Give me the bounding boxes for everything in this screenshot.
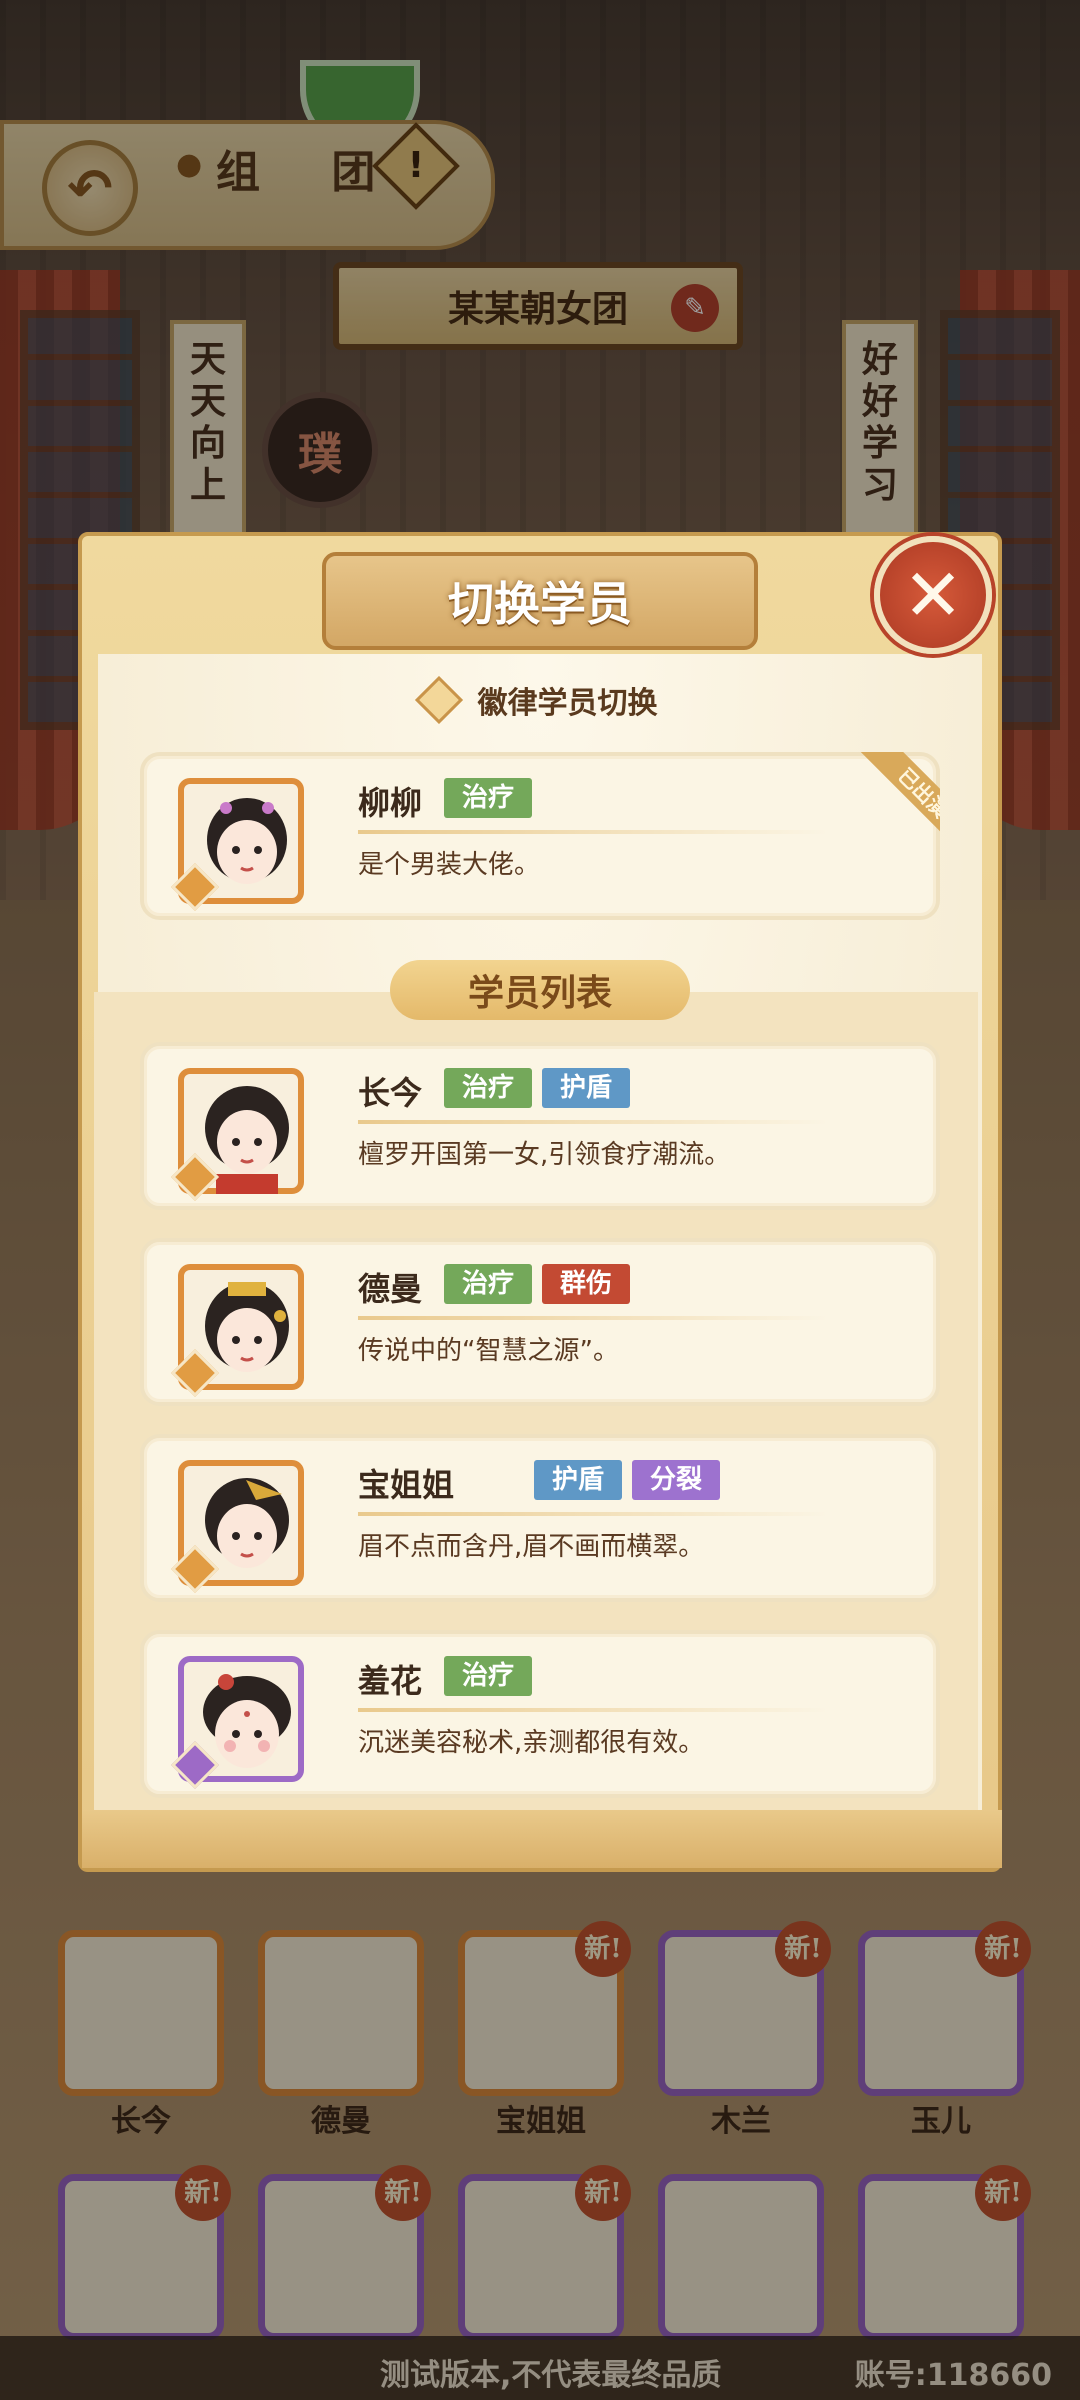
- status-badge: 已出演: [859, 752, 940, 848]
- close-icon: ✕: [902, 553, 964, 637]
- student-card-deman[interactable]: 德曼 治疗 群伤 传说中的“智慧之源”。: [140, 1238, 940, 1406]
- avatar: [170, 1656, 304, 1790]
- badge-icon: [415, 675, 464, 725]
- student-name: 德曼: [358, 1270, 423, 1308]
- student-desc: 传说中的“智慧之源”。: [358, 1336, 619, 1366]
- tag-list: 治疗: [444, 778, 533, 818]
- tag-shield: 护盾: [542, 1068, 631, 1108]
- student-name: 柳柳: [358, 784, 423, 822]
- avatar: [170, 1068, 304, 1202]
- student-card-changjin[interactable]: 长今 治疗 护盾 檀罗开国第一女,引领食疗潮流。: [140, 1042, 940, 1210]
- divider: [358, 1120, 828, 1124]
- tag-aoe: 群伤: [542, 1264, 631, 1304]
- current-section-header: 徽律学员切换: [78, 675, 1002, 725]
- student-card-xiuhua[interactable]: 羞花 治疗 沉迷美容秘术,亲测都很有效。: [140, 1630, 940, 1798]
- status-ribbon: 已出演: [844, 752, 940, 848]
- modal-title: 切换学员: [448, 577, 632, 631]
- modal-bottom-band: [82, 1810, 1002, 1868]
- section-label: 徽律学员切换: [477, 686, 658, 721]
- avatar: [170, 1264, 304, 1398]
- list-title: 学员列表: [467, 972, 612, 1014]
- close-button[interactable]: ✕: [874, 536, 992, 654]
- divider: [358, 1316, 828, 1320]
- tag-heal: 治疗: [444, 778, 533, 818]
- student-name: 宝姐姐: [358, 1466, 455, 1504]
- divider: [358, 1708, 828, 1712]
- tag-heal: 治疗: [444, 1068, 533, 1108]
- tag-shield: 护盾: [534, 1460, 623, 1500]
- student-desc: 檀罗开国第一女,引领食疗潮流。: [358, 1140, 731, 1170]
- avatar: [170, 1460, 304, 1594]
- student-name: 长今: [358, 1074, 423, 1112]
- student-desc: 沉迷美容秘术,亲测都很有效。: [358, 1728, 705, 1758]
- list-title-plaque: 学员列表: [390, 960, 690, 1020]
- modal-title-plaque: 切换学员: [322, 552, 758, 650]
- student-desc: 眉不点而含丹,眉不画而横翠。: [358, 1532, 705, 1562]
- switch-student-modal: 切换学员 ✕ 徽律学员切换 柳柳 治疗 是个男装大佬。 已出演 学员列表 长今 …: [78, 532, 1002, 1872]
- student-card-baojiejie[interactable]: 宝姐姐 护盾 分裂 眉不点而含丹,眉不画而横翠。: [140, 1434, 940, 1602]
- student-desc: 是个男装大佬。: [358, 850, 541, 880]
- divider: [358, 1512, 828, 1516]
- current-student-card[interactable]: 柳柳 治疗 是个男装大佬。 已出演: [140, 752, 940, 920]
- tag-list: 治疗 护盾: [444, 1068, 631, 1108]
- student-name: 羞花: [358, 1662, 423, 1700]
- divider: [358, 830, 828, 834]
- tag-heal: 治疗: [444, 1264, 533, 1304]
- tag-list: 治疗 群伤: [444, 1264, 631, 1304]
- tag-split: 分裂: [632, 1460, 721, 1500]
- tag-list: 治疗: [444, 1656, 533, 1696]
- avatar: [170, 778, 304, 912]
- tag-heal: 治疗: [444, 1656, 533, 1696]
- tag-list: 护盾 分裂: [534, 1460, 721, 1500]
